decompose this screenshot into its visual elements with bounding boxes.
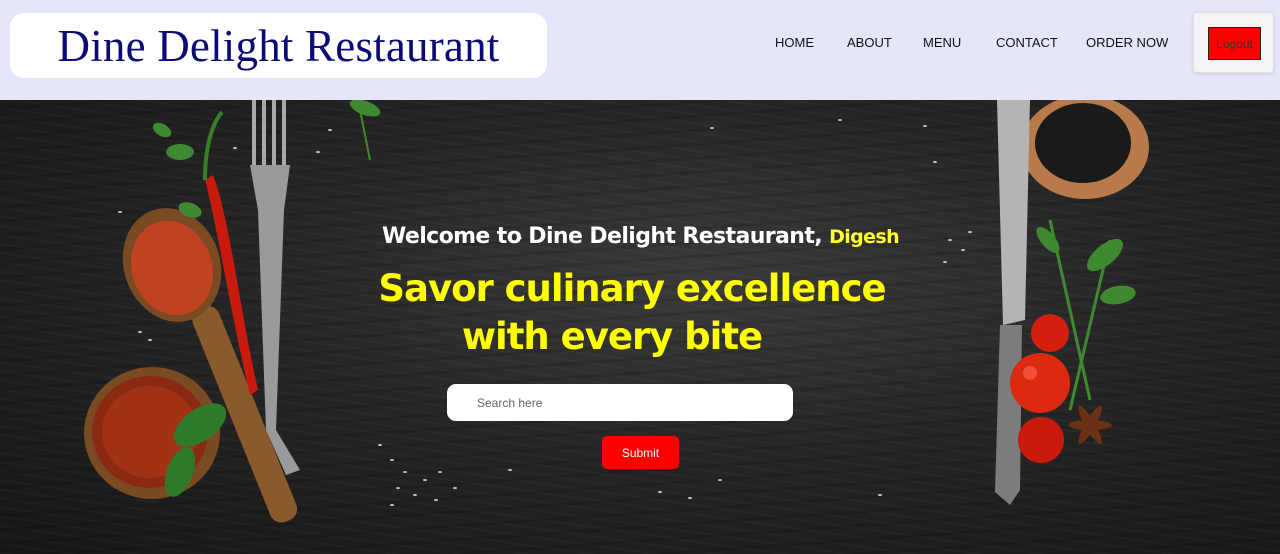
brand-title: Dine Delight Restaurant — [57, 20, 500, 71]
site-header: Dine Delight Restaurant HOME ABOUT MENU … — [0, 0, 1280, 100]
nav-menu[interactable]: MENU — [923, 35, 961, 50]
hero-section: Welcome to Dine Delight Restaurant, Dige… — [0, 100, 1280, 554]
black-sesame-bowl — [1021, 100, 1149, 199]
logout-container: Logout — [1193, 12, 1274, 73]
welcome-text: Welcome to Dine Delight Restaurant, — [382, 224, 830, 249]
nav-order-now[interactable]: ORDER NOW — [1086, 35, 1168, 50]
submit-button[interactable]: Submit — [602, 436, 679, 469]
nav-contact[interactable]: CONTACT — [996, 35, 1058, 50]
logout-button[interactable]: Logout — [1208, 27, 1261, 60]
nav-about[interactable]: ABOUT — [847, 35, 892, 50]
username: Digesh — [829, 226, 900, 248]
brand-logo[interactable]: Dine Delight Restaurant — [10, 13, 547, 78]
star-anise — [1068, 405, 1112, 445]
tagline-line-2: with every bite — [461, 315, 763, 358]
tagline-line-1: Savor culinary excellence — [378, 267, 886, 310]
tagline: Savor culinary excellence with every bit… — [372, 265, 892, 361]
welcome-message: Welcome to Dine Delight Restaurant, Dige… — [382, 224, 900, 249]
search-input[interactable] — [447, 384, 793, 421]
nav-home[interactable]: HOME — [775, 35, 814, 50]
